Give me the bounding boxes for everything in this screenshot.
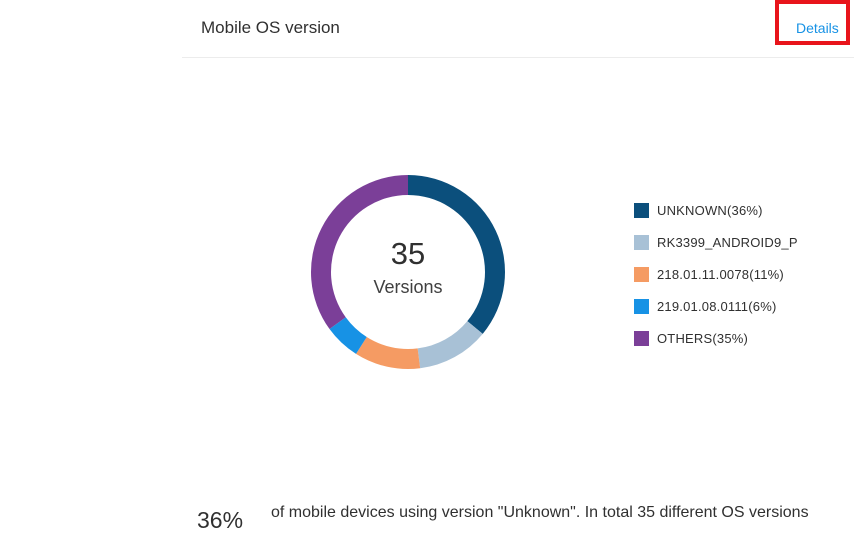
summary-percent: 36%	[197, 507, 244, 533]
legend-label: 218.01.11.0078(11%)	[657, 266, 784, 282]
chart-legend: UNKNOWN(36%) RK3399_ANDROID9_P 218.01.11.0…	[634, 194, 854, 354]
summary-text: of mobile devices using version "Unknown…	[271, 504, 809, 521]
legend-item-2[interactable]: RK3399_ANDROID9_P	[634, 226, 854, 258]
legend-label: RK3399_ANDROID9_P	[657, 234, 798, 250]
donut-chart	[311, 175, 505, 369]
legend-item-5[interactable]: OTHERS(35%)	[634, 322, 854, 354]
legend-item-4[interactable]: 219.01.08.0111(6%)	[634, 290, 854, 322]
donut-center-label: Versions	[373, 277, 443, 297]
legend-swatch	[634, 266, 649, 282]
legend-label: UNKNOWN(36%)	[657, 202, 763, 218]
legend-swatch	[634, 330, 649, 346]
details-link[interactable]: Details	[796, 20, 839, 36]
card-header: Mobile OS version Details	[182, 0, 854, 58]
legend-item-1[interactable]: UNKNOWN(36%)	[634, 194, 854, 226]
card-title: Mobile OS version	[201, 18, 340, 37]
legend-swatch	[634, 234, 649, 250]
legend-label: OTHERS(35%)	[657, 330, 749, 346]
donut-slice-2[interactable]	[417, 321, 483, 369]
mobile-os-version-card: Mobile OS version Details 35 Versions UN…	[0, 0, 854, 552]
donut-slice-3[interactable]	[356, 337, 421, 369]
legend-label: 219.01.08.0111(6%)	[657, 298, 777, 314]
legend-swatch	[634, 202, 649, 218]
donut-center-value: 35	[390, 236, 426, 271]
legend-item-3[interactable]: 218.01.11.0078(11%)	[634, 258, 854, 290]
legend-swatch	[634, 298, 649, 314]
